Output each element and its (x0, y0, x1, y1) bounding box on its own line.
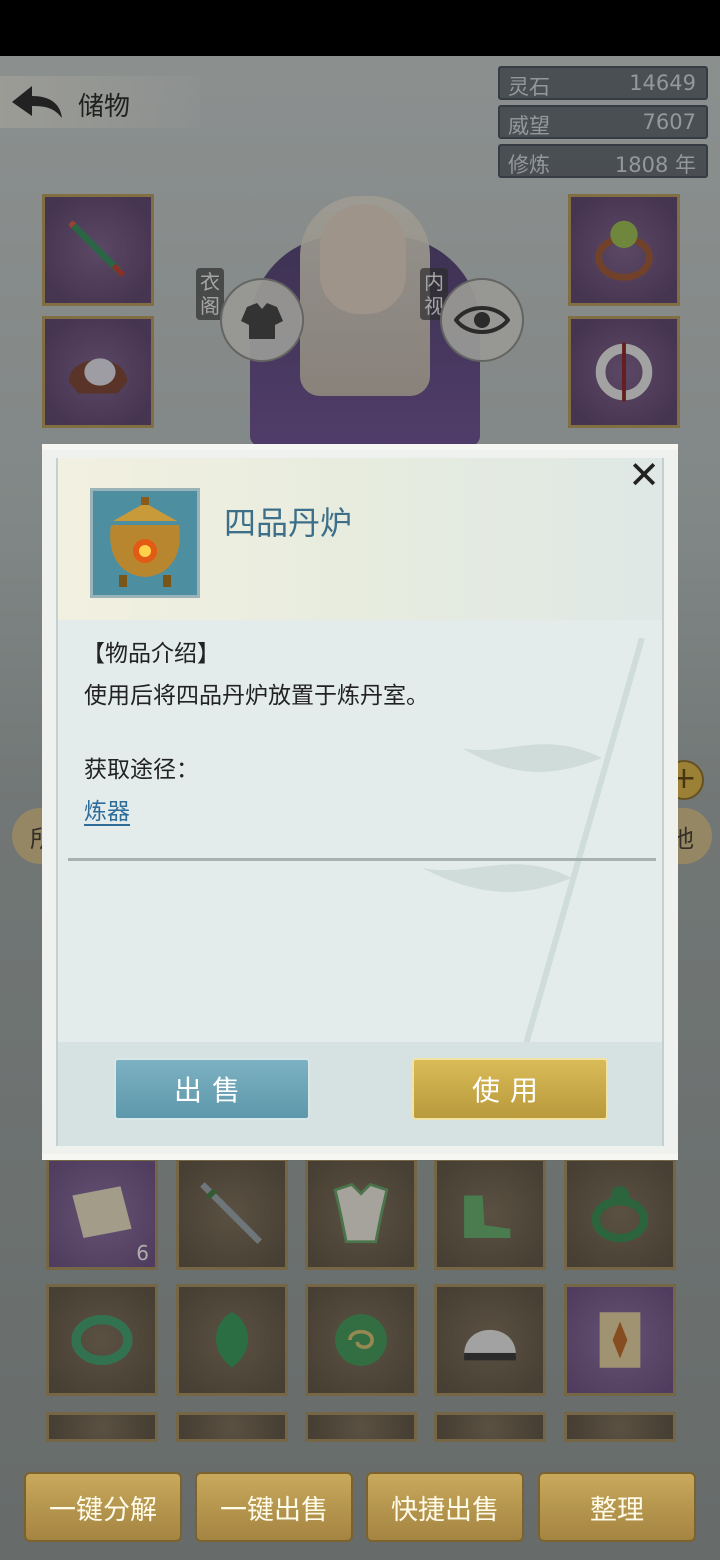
item-detail-dialog: 四品丹炉 ✕ 【物品介绍】 使用后将四品丹炉放置于炼丹室。 获取途径： 炼器 出… (56, 458, 664, 1146)
bamboo-watermark (422, 638, 645, 1058)
sell-button[interactable]: 出售 (114, 1058, 310, 1120)
item-icon-frame (90, 488, 200, 598)
item-name: 四品丹炉 (224, 504, 353, 542)
status-bar (0, 0, 720, 56)
use-button[interactable]: 使用 (412, 1058, 608, 1120)
item-description: 使用后将四品丹炉放置于炼丹室。 (84, 683, 429, 709)
item-header: 四品丹炉 (58, 458, 662, 620)
alchemy-furnace-icon (110, 497, 180, 587)
divider (68, 858, 656, 861)
sell-all-button[interactable]: 一键出售 (195, 1472, 353, 1542)
dialog-footer: 出售 使用 (58, 1042, 662, 1146)
organize-button[interactable]: 整理 (538, 1472, 696, 1542)
intro-title: 【物品介绍】 (82, 641, 220, 667)
quick-sell-button[interactable]: 快捷出售 (366, 1472, 524, 1542)
close-icon[interactable]: ✕ (624, 458, 662, 498)
decompose-all-button[interactable]: 一键分解 (24, 1472, 182, 1542)
source-link-refining[interactable]: 炼器 (84, 792, 130, 826)
source-title: 获取途径： (84, 757, 199, 783)
